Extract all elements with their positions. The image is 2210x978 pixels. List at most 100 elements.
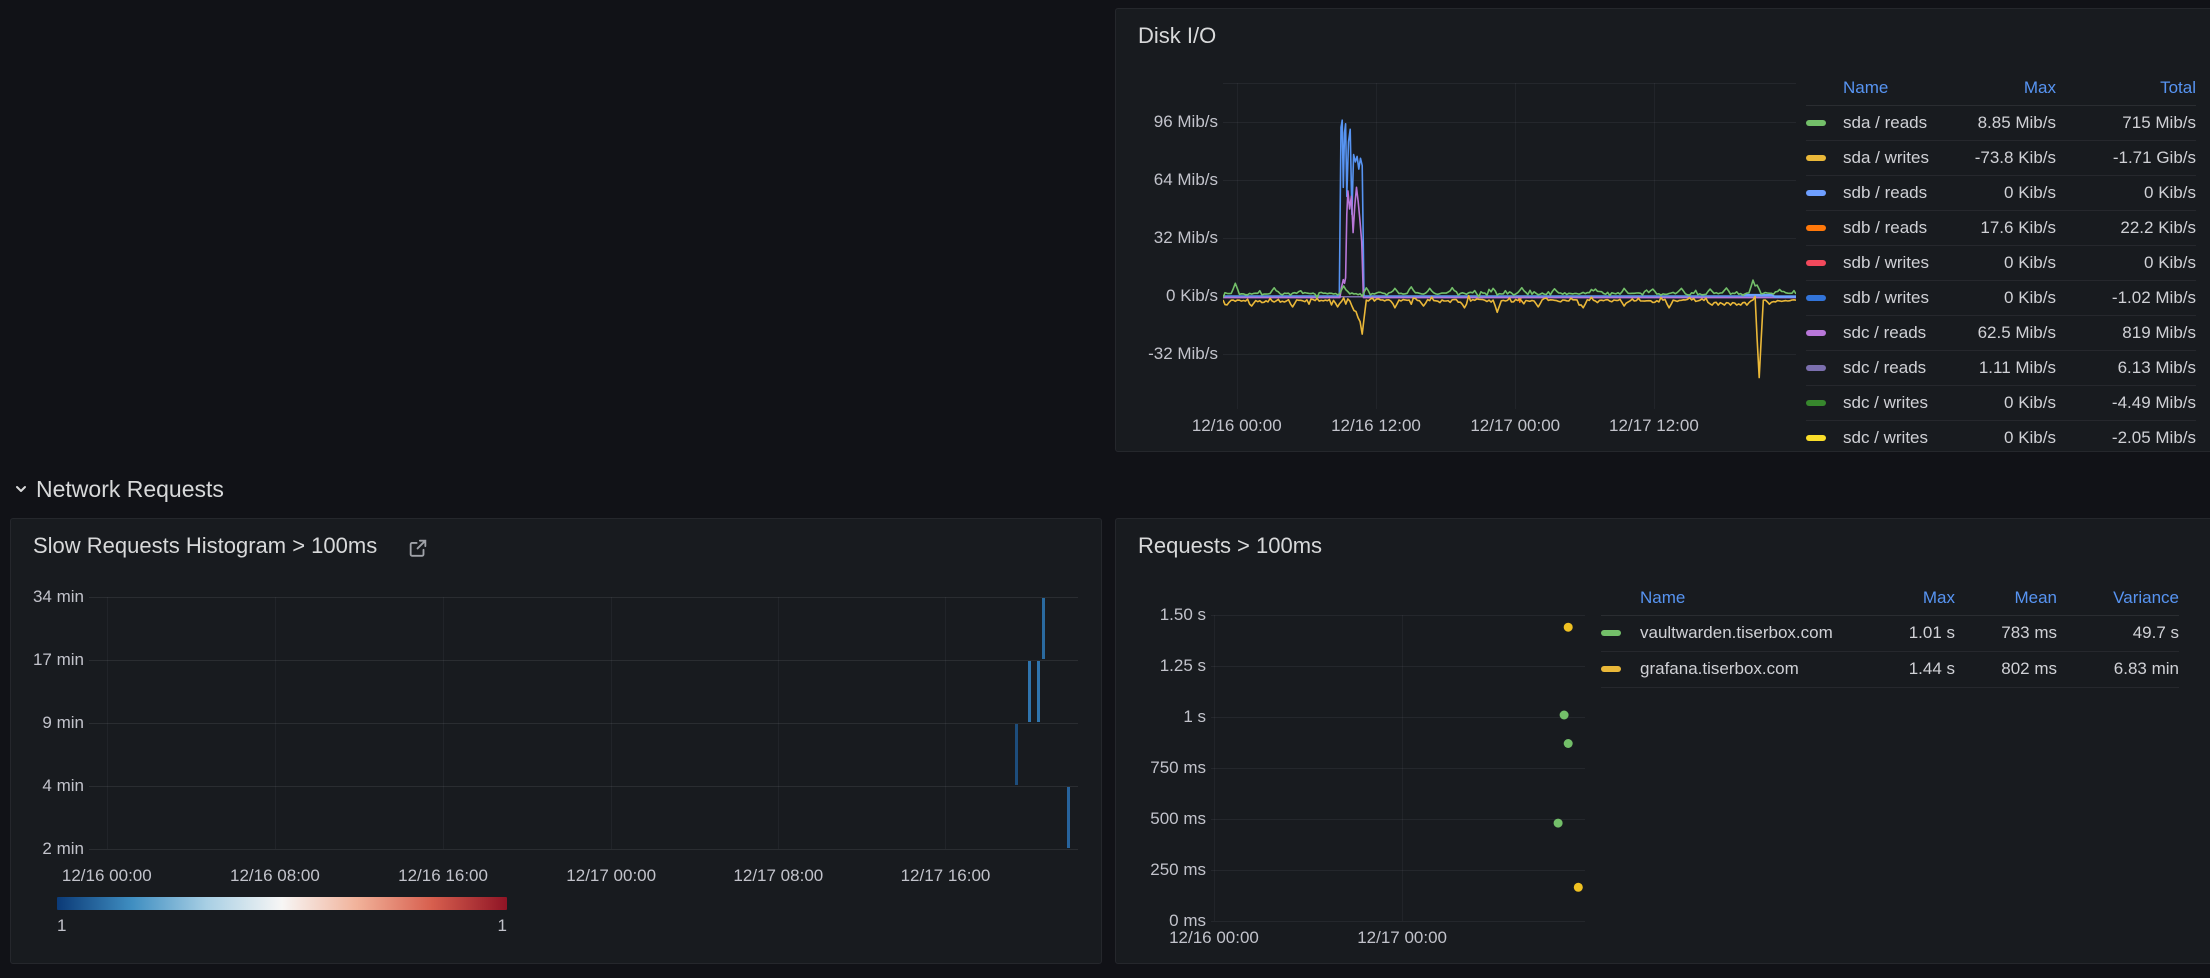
x-tick-label: 12/16 00:00 [62, 866, 152, 886]
series-marker [1806, 400, 1826, 406]
legend-value-total: -1.71 Gib/s [2016, 148, 2196, 168]
series-marker [1601, 666, 1621, 672]
heatmap-cell [1067, 787, 1070, 848]
legend-value-total: 6.13 Mib/s [2016, 358, 2196, 378]
y-tick-label: 17 min [10, 651, 84, 669]
panel-requests: Requests > 100ms 1.50 s1.25 s1 s750 ms50… [1115, 518, 2210, 964]
gridline [443, 597, 444, 849]
y-tick-label: 64 Mib/s [1123, 171, 1218, 189]
heatmap-color-scale [57, 897, 507, 910]
series-marker [1806, 120, 1826, 126]
x-tick-label: 12/17 12:00 [1609, 416, 1699, 436]
legend-header-name[interactable]: Name [1640, 588, 1685, 608]
legend-value-total: 0 Kib/s [2016, 183, 2196, 203]
y-tick-label: 500 ms [1115, 810, 1206, 828]
legend-header: NameMaxMeanVariance [1601, 583, 2179, 616]
legend-row: sdb / writes0 Kib/s-1.02 Mib/s [1806, 280, 2196, 316]
data-point [1574, 883, 1583, 892]
gridline [778, 597, 779, 849]
legend-value-total: 0 Kib/s [2016, 253, 2196, 273]
legend-value-total: 22.2 Kib/s [2016, 218, 2196, 238]
slow-requests-heatmap: 34 min17 min9 min4 min2 min12/16 00:0012… [11, 519, 1102, 891]
legend-row: sda / writes-73.8 Kib/s-1.71 Gib/s [1806, 140, 2196, 176]
data-point [1560, 711, 1569, 720]
x-tick-label: 12/16 08:00 [230, 866, 320, 886]
gridline [89, 723, 1078, 724]
series-line [1223, 187, 1796, 297]
y-tick-label: 0 Kib/s [1123, 287, 1218, 305]
y-tick-label: 750 ms [1115, 759, 1206, 777]
gridline [107, 597, 108, 849]
series-marker [1806, 190, 1826, 196]
x-tick-label: 12/17 00:00 [1357, 928, 1447, 948]
requests-chart: 1.50 s1.25 s1 s750 ms500 ms250 ms0 ms12/… [1116, 519, 1596, 964]
heatmap-cell [1037, 661, 1040, 722]
legend-header: NameMaxTotal [1806, 73, 2196, 106]
series-line [1223, 296, 1796, 378]
legend-value-total: -2.05 Mib/s [2016, 428, 2196, 448]
data-point [1554, 819, 1563, 828]
y-tick-label: 32 Mib/s [1123, 229, 1218, 247]
gridline [275, 597, 276, 849]
series-marker [1806, 155, 1826, 161]
legend-header-variance[interactable]: Variance [1999, 588, 2179, 608]
heatmap-cell [1042, 598, 1045, 659]
disk-io-series-svg [1223, 79, 1796, 409]
heatmap-cell [1015, 724, 1018, 785]
section-title: Network Requests [36, 476, 224, 503]
legend-value-variance: 6.83 min [1999, 659, 2179, 679]
chevron-down-icon [12, 480, 30, 498]
requests-points-svg [1211, 601, 1585, 921]
legend-row: sdb / reads0 Kib/s0 Kib/s [1806, 175, 2196, 211]
y-tick-label: 2 min [10, 840, 84, 858]
data-point [1564, 623, 1573, 632]
series-marker [1806, 225, 1826, 231]
x-tick-label: 12/17 08:00 [733, 866, 823, 886]
y-tick-label: 96 Mib/s [1123, 113, 1218, 131]
requests-legend: NameMaxMeanVariancevaultwarden.tiserbox.… [1601, 583, 2179, 763]
gridline [611, 597, 612, 849]
panel-disk-io: Disk I/O 96 Mib/s64 Mib/s32 Mib/s0 Kib/s… [1115, 8, 2210, 452]
color-scale-min-label: 1 [57, 916, 66, 936]
disk-io-legend: NameMaxTotalsda / reads8.85 Mib/s715 Mib… [1806, 73, 2196, 452]
y-tick-label: 1.25 s [1115, 657, 1206, 675]
series-line [1223, 120, 1796, 296]
series-marker [1806, 260, 1826, 266]
row-header-network-requests[interactable]: Network Requests [12, 474, 224, 504]
series-marker [1806, 295, 1826, 301]
legend-row: sdc / reads1.11 Mib/s6.13 Mib/s [1806, 350, 2196, 386]
color-scale-max-label: 1 [497, 916, 507, 936]
disk-io-chart: 96 Mib/s 64 Mib/s 32 Mib/s 0 Kib/s -32 Mib/s… [1116, 9, 1806, 452]
x-tick-label: 12/17 00:00 [1470, 416, 1560, 436]
series-line [1223, 280, 1796, 298]
legend-value-total: -4.49 Mib/s [2016, 393, 2196, 413]
legend-row: vaultwarden.tiserbox.com1.01 s783 ms49.7… [1601, 615, 2179, 652]
x-tick-label: 12/16 16:00 [398, 866, 488, 886]
legend-row: grafana.tiserbox.com1.44 s802 ms6.83 min [1601, 651, 2179, 688]
legend-value-total: 715 Mib/s [2016, 113, 2196, 133]
series-marker [1806, 330, 1826, 336]
y-tick-label: 1.50 s [1115, 606, 1206, 624]
y-tick-label: 250 ms [1115, 861, 1206, 879]
grafana-dashboard: { "colors": { "page_bg": "#111217", "pan… [0, 0, 2210, 978]
y-tick-label: -32 Mib/s [1123, 345, 1218, 363]
gridline [89, 849, 1078, 850]
gridline [89, 786, 1078, 787]
legend-header-total[interactable]: Total [2016, 78, 2196, 98]
series-marker [1601, 630, 1621, 636]
x-tick-label: 12/17 16:00 [901, 866, 991, 886]
series-marker [1806, 435, 1826, 441]
data-point [1564, 739, 1573, 748]
panel-slow-requests-histogram: Slow Requests Histogram > 100ms 34 min17… [10, 518, 1102, 964]
legend-value-total: 819 Mib/s [2016, 323, 2196, 343]
legend-row: sda / reads8.85 Mib/s715 Mib/s [1806, 105, 2196, 141]
x-tick-label: 12/17 00:00 [566, 866, 656, 886]
y-tick-label: 4 min [10, 777, 84, 795]
y-tick-label: 9 min [10, 714, 84, 732]
gridline [89, 660, 1078, 661]
x-tick-label: 12/16 00:00 [1192, 416, 1282, 436]
x-tick-label: 12/16 12:00 [1331, 416, 1421, 436]
gridline [89, 597, 1078, 598]
y-tick-label: 1 s [1115, 708, 1206, 726]
legend-row: sdc / writes0 Kib/s-4.49 Mib/s [1806, 385, 2196, 421]
